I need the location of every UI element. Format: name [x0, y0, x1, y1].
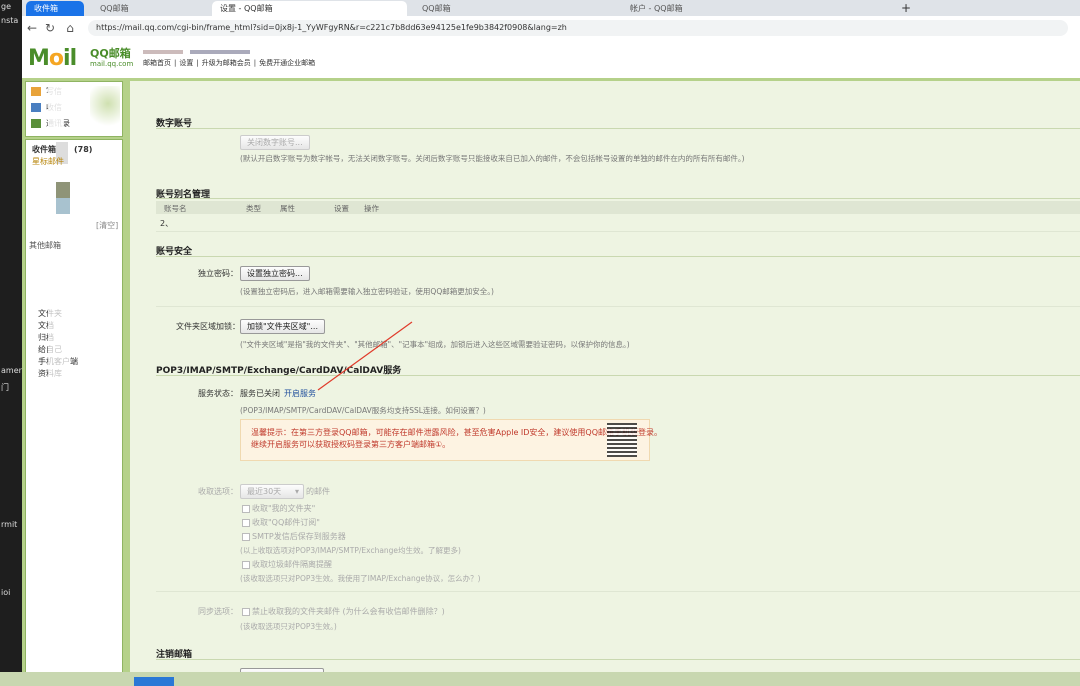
- receive-options-label: 收取选项：: [198, 487, 238, 496]
- divider: [156, 256, 1080, 257]
- browser-window: 收件箱 QQ邮箱 设置 - QQ邮箱 QQ邮箱 帐户 - QQ邮箱 + ← ↻ …: [22, 0, 1080, 686]
- tab-settings[interactable]: 设置 - QQ邮箱: [212, 1, 407, 16]
- home-icon[interactable]: ⌂: [62, 20, 78, 36]
- blurred-username: [143, 50, 183, 54]
- logo-domain: mail.qq.com: [90, 60, 134, 68]
- taskbar-active-item[interactable]: [134, 677, 174, 686]
- option-checkbox[interactable]: [242, 561, 250, 569]
- divider: [156, 659, 1080, 660]
- other-mailboxes-label: 其他邮箱: [29, 241, 61, 250]
- compose-icon: [31, 87, 41, 96]
- col-header: 类型: [246, 204, 261, 213]
- folder-lock-label: 文件夹区域加锁：: [176, 322, 240, 331]
- divider: [156, 591, 1080, 592]
- col-header: 账号名: [164, 204, 187, 213]
- blur-overlay: [56, 182, 70, 198]
- bg-text: nsta: [1, 16, 19, 25]
- sync-options-label: 同步选项：: [198, 607, 238, 616]
- enable-service-link[interactable]: 开启服务: [284, 388, 316, 399]
- sync-option: 禁止收取我的文件夹邮件 (为什么会有收信邮件删除？): [252, 607, 445, 616]
- url-field[interactable]: https://mail.qq.com/cgi-bin/frame_html?s…: [88, 20, 1068, 36]
- digital-note: (默认开启数字账号为数字帐号，无法关闭数字账号。关闭后数字账号只能接收来自已加入…: [240, 154, 745, 163]
- link-mail-home[interactable]: 邮箱首页: [143, 59, 171, 67]
- logo-title: QQ邮箱: [90, 47, 131, 60]
- receive-icon: [31, 103, 41, 112]
- independent-password-label: 独立密码：: [198, 269, 238, 278]
- mail-header: Moil QQ邮箱 mail.qq.com 邮箱首页 | 设置 | 升级为邮箱会员 | 免费…: [22, 40, 1080, 78]
- folder-list: 收件箱(78) 星标邮件 [清空] 其他邮箱 文件夹 文档 归档 给自己 手机客…: [25, 139, 123, 686]
- tab-qqmail-2[interactable]: QQ邮箱: [414, 1, 614, 16]
- folder-lock-note: ("文件夹区域"是指"我的文件夹"、"其他邮箱"、"记事本"组成，加锁后进入这些…: [240, 340, 630, 349]
- col-header: 属性: [280, 204, 295, 213]
- qqmail-logo[interactable]: Moil: [28, 46, 77, 71]
- sync-checkbox[interactable]: [242, 608, 250, 616]
- link-settings[interactable]: 设置: [179, 59, 193, 67]
- password-note: (设置独立密码后，进入邮箱需要输入独立密码验证，使用QQ邮箱更加安全。): [240, 287, 494, 296]
- option-checkbox[interactable]: [242, 519, 250, 527]
- spam-option-note: (该收取选项只对POP3生效。我使用了IMAP/Exchange协议，怎么办？): [240, 574, 481, 583]
- service-status-label: 服务状态：: [198, 389, 238, 398]
- bg-text: ioi: [1, 588, 11, 597]
- sidebar-actions: 写信 收信 通讯录: [25, 81, 123, 137]
- set-independent-password-button[interactable]: 设置独立密码...: [240, 266, 310, 281]
- settings-panel: 数字账号 关闭数字账号... (默认开启数字账号为数字帐号，无法关闭数字账号。关…: [130, 81, 1080, 686]
- settings-content: 数字账号 关闭数字账号... (默认开启数字账号为数字帐号，无法关闭数字账号。关…: [126, 78, 1080, 686]
- option-checkbox[interactable]: [242, 505, 250, 513]
- sync-note: (该收取选项只对POP3生效。): [240, 622, 337, 631]
- service-status-value: 服务已关闭: [240, 389, 280, 398]
- col-header: 设置: [334, 204, 349, 213]
- divider: [156, 231, 1080, 232]
- new-tab-button[interactable]: +: [900, 1, 912, 16]
- close-digital-account-button[interactable]: 关闭数字账号...: [240, 135, 310, 150]
- mail-page: Moil QQ邮箱 mail.qq.com 邮箱首页 | 设置 | 升级为邮箱会员 | 免费…: [22, 40, 1080, 686]
- sidebar: 写信 收信 通讯录 收件箱(78) 星标邮件 [清空] 其他邮箱 文件夹 文档 …: [22, 78, 126, 686]
- blurred-address: [190, 50, 250, 54]
- tab-qqmail[interactable]: QQ邮箱: [92, 1, 207, 16]
- divider: [156, 306, 1080, 307]
- blur-overlay: [48, 300, 70, 380]
- background-window-edge: ge nsta amen 门 rmit ioi: [0, 0, 24, 686]
- tab-account[interactable]: 帐户 - QQ邮箱: [622, 1, 892, 16]
- divider: [156, 375, 1080, 376]
- bg-text: ge: [1, 2, 11, 11]
- tip-line-1: 温馨提示：在第三方登录QQ邮箱，可能存在邮件泄露风险，甚至危害Apple ID安…: [251, 428, 663, 437]
- qr-code: [607, 423, 637, 457]
- tip-line-2: 继续开启服务可以获取授权码登录第三方客户端邮箱①。: [251, 440, 451, 449]
- option-my-folders: 收取"我的文件夹": [252, 504, 316, 513]
- alias-table-header: 账号名 类型 属性 设置 操作: [156, 201, 1080, 214]
- tab-bar: 收件箱 QQ邮箱 设置 - QQ邮箱 QQ邮箱 帐户 - QQ邮箱 +: [22, 0, 1080, 16]
- pop3-note: (POP3/IMAP/SMTP/CardDAV/CalDAV服务均支持SSL连接…: [240, 406, 486, 415]
- receive-range-suffix: 的邮件: [306, 487, 330, 496]
- decor-flower: [90, 86, 120, 130]
- bg-text: rmit: [1, 520, 18, 529]
- contacts-icon: [31, 119, 41, 128]
- option-checkbox[interactable]: [242, 533, 250, 541]
- divider: [156, 198, 1080, 199]
- tab-inbox[interactable]: 收件箱: [26, 1, 84, 16]
- blur-overlay: [48, 82, 64, 134]
- receive-range-select[interactable]: 最近30天 ▾: [240, 484, 304, 499]
- col-header: 操作: [364, 204, 379, 213]
- divider: [156, 128, 1080, 129]
- clear-link[interactable]: [清空]: [96, 220, 118, 231]
- address-bar: ← ↻ ⌂ https://mail.qq.com/cgi-bin/frame_…: [22, 16, 1080, 41]
- bg-text: 门: [1, 383, 9, 392]
- options-note: (以上收取选项对POP3/IMAP/SMTP/Exchange均生效。了解更多): [240, 546, 461, 555]
- blur-overlay: [56, 198, 70, 214]
- option-subscriptions: 收取"QQ邮件订阅": [252, 518, 320, 527]
- starred-link[interactable]: 星标邮件: [32, 156, 64, 167]
- bg-text: amen: [1, 366, 24, 375]
- back-icon[interactable]: ←: [24, 20, 40, 36]
- option-spam-reminder: 收取垃圾邮件隔离提醒: [252, 560, 332, 569]
- link-upgrade[interactable]: 升级为邮箱会员: [202, 59, 251, 67]
- alias-row-index: 2、: [160, 219, 174, 228]
- link-enterprise[interactable]: 免费开通企业邮箱: [259, 59, 315, 67]
- header-links: 邮箱首页 | 设置 | 升级为邮箱会员 | 免费开通企业邮箱: [143, 59, 316, 67]
- option-smtp-save: SMTP发信后保存到服务器: [252, 532, 346, 541]
- reload-icon[interactable]: ↻: [42, 20, 58, 36]
- chevron-down-icon: ▾: [294, 487, 299, 496]
- lock-folder-area-button[interactable]: 加锁"文件夹区域"...: [240, 319, 325, 334]
- warning-tip: 温馨提示：在第三方登录QQ邮箱，可能存在邮件泄露风险，甚至危害Apple ID安…: [240, 419, 662, 461]
